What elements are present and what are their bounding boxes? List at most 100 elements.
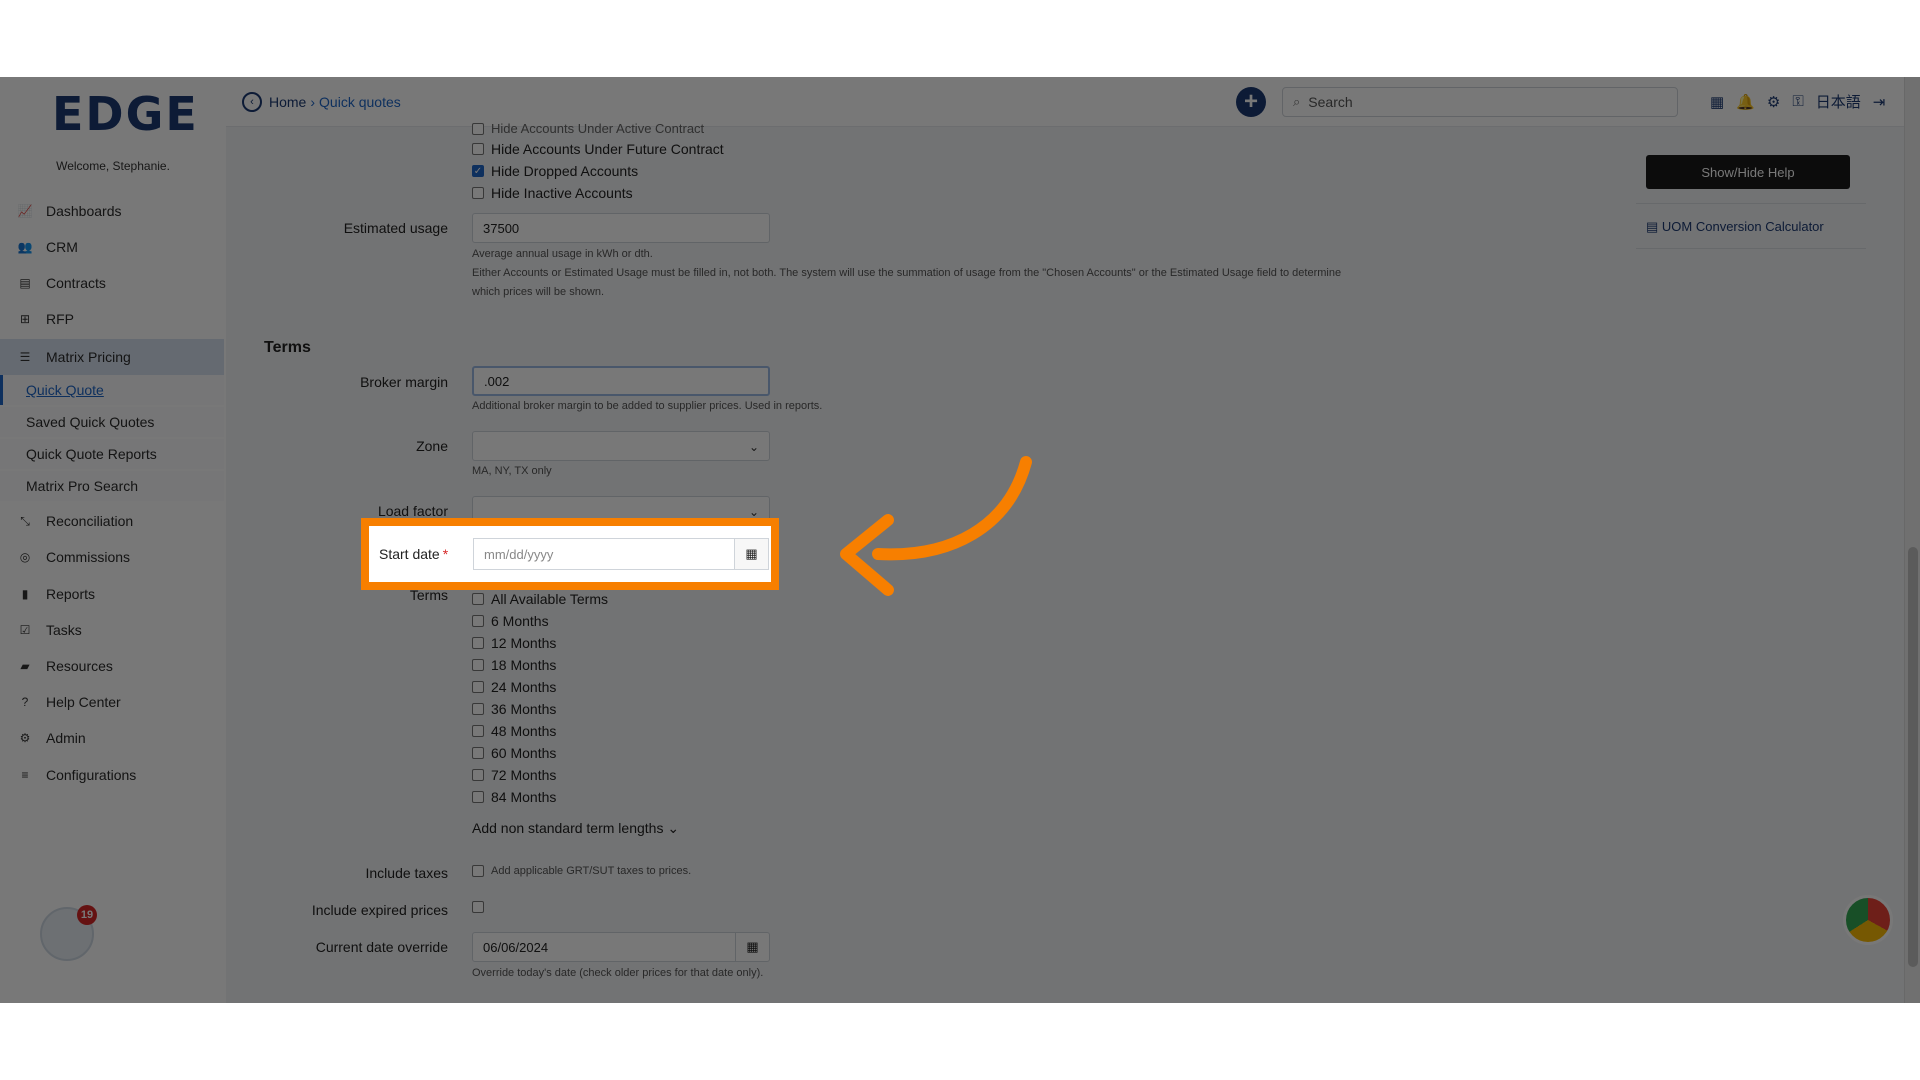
checkbox-label: 84 Months [491,789,557,805]
assistant-avatar-icon[interactable] [1843,895,1893,945]
sidebar-item-label: Admin [46,730,86,746]
sidebar-item-commissions[interactable]: ◎ Commissions [0,539,224,575]
sidebar-item-help-center[interactable]: ? Help Center [0,684,224,720]
checkbox[interactable] [472,143,484,155]
estimated-usage-help-2: Either Accounts or Estimated Usage must … [472,267,1342,279]
checkbox[interactable] [472,769,484,781]
term-24-months-checkbox[interactable]: 24 Months [472,679,556,695]
sidebar-item-label: Contracts [46,275,106,291]
breadcrumb-quick-quotes[interactable]: Quick quotes [319,94,401,110]
current-date-override-help: Override today's date (check older price… [472,967,764,979]
scrollbar-thumb[interactable] [1908,547,1918,967]
start-date-input[interactable]: mm/dd/yyyy ▦ [473,538,769,570]
include-expired-checkbox[interactable] [472,901,491,913]
search-input[interactable]: ⌕ Search [1282,87,1678,117]
term-84-months-checkbox[interactable]: 84 Months [472,789,556,805]
calendar-icon[interactable]: ▦ [1710,93,1724,111]
checkbox[interactable] [472,615,484,627]
language-link[interactable]: 日本語 [1816,91,1861,112]
sidebar-subitem-quick-quote[interactable]: Quick Quote [0,375,224,405]
show-hide-help-button[interactable]: Show/Hide Help [1646,155,1850,189]
sidebar-item-rfp[interactable]: ⊞ RFP [0,301,224,337]
sidebar-item-label: Commissions [46,549,131,565]
term-36-months-checkbox[interactable]: 36 Months [472,701,556,717]
checkbox[interactable] [472,681,484,693]
checkbox[interactable] [472,791,484,803]
tasks-icon: ☑ [19,623,31,637]
checkbox[interactable] [472,725,484,737]
chevron-down-icon: ⌄ [667,820,680,836]
current-date-override-input[interactable]: 06/06/2024 ▦ [472,932,770,962]
zone-label: Zone [416,438,448,454]
sidebar-item-label: Resources [46,658,113,674]
term-12-months-checkbox[interactable]: 12 Months [472,635,556,651]
sidebar-item-reconciliation[interactable]: ⤡ Reconciliation [0,503,224,539]
sidebar-subitem-quick-quote-reports[interactable]: Quick Quote Reports [0,439,224,469]
sitemap-icon: ⊞ [19,312,31,326]
checkbox[interactable] [472,659,484,671]
term-18-months-checkbox[interactable]: 18 Months [472,657,556,673]
checkbox[interactable] [472,122,484,135]
term-48-months-checkbox[interactable]: 48 Months [472,723,556,739]
add-new-button[interactable]: + [1236,87,1266,117]
checkbox[interactable] [472,747,484,759]
sidebar-subitem-matrix-pro-search[interactable]: Matrix Pro Search [0,471,224,501]
checkbox-label: Hide Accounts Under Future Contract [491,141,724,157]
zone-help: MA, NY, TX only [472,465,552,477]
edge-logo[interactable]: EDGE [52,87,199,141]
sidebar-item-matrix-pricing[interactable]: ☰ Matrix Pricing [0,339,224,375]
gear-icon[interactable]: ⚙ [1767,93,1780,111]
broker-margin-input[interactable]: .002 [472,366,770,396]
checkbox[interactable] [472,593,484,605]
hide-active-contract-checkbox[interactable]: Hide Accounts Under Active Contract [472,121,704,136]
back-arrow-icon[interactable]: ‹ [242,92,262,112]
sidebar-item-label: Configurations [46,767,137,783]
term-60-months-checkbox[interactable]: 60 Months [472,745,556,761]
checkbox[interactable] [472,637,484,649]
key-icon[interactable]: ⚿ [1792,93,1803,110]
notification-count-badge: 19 [77,905,97,925]
page-scrollbar[interactable] [1904,77,1920,1003]
cogs-icon: ⚙ [19,731,31,745]
hide-inactive-accounts-checkbox[interactable]: Hide Inactive Accounts [472,185,633,201]
uom-conversion-calculator-link[interactable]: ▤ UOM Conversion Calculator [1646,219,1824,235]
checkbox-checked[interactable]: ✓ [472,165,484,177]
calendar-icon[interactable]: ▦ [734,539,768,569]
breadcrumb-home[interactable]: Home [269,94,306,110]
estimated-usage-input[interactable]: 37500 [472,213,770,243]
compress-icon: ⤡ [20,513,30,528]
sidebar-item-crm[interactable]: 👥 CRM [0,229,224,265]
term-all-available-checkbox[interactable]: All Available Terms [472,591,608,607]
top-icon-bar: ▦ 🔔 ⚙ ⚿ 日本語 ⇥ [1710,91,1885,112]
checkbox[interactable] [472,187,484,199]
add-non-standard-terms-link[interactable]: Add non standard term lengths ⌄ [472,820,679,837]
hide-dropped-accounts-checkbox[interactable]: ✓ Hide Dropped Accounts [472,163,638,179]
sidebar-item-dashboards[interactable]: 📈 Dashboards [0,193,224,229]
list-icon: ☰ [19,350,31,364]
include-taxes-checkbox[interactable]: Add applicable GRT/SUT taxes to prices. [472,865,691,877]
logout-icon[interactable]: ⇥ [1873,93,1886,111]
term-72-months-checkbox[interactable]: 72 Months [472,767,556,783]
checkbox[interactable] [472,703,484,715]
terms-section-title: Terms [264,339,311,356]
search-icon: ⌕ [1293,94,1301,109]
term-6-months-checkbox[interactable]: 6 Months [472,613,549,629]
checkbox[interactable] [472,901,484,913]
hide-future-contract-checkbox[interactable]: Hide Accounts Under Future Contract [472,141,724,157]
sidebar-item-contracts[interactable]: ▤ Contracts [0,265,224,301]
sidebar-item-configurations[interactable]: ≡ Configurations [0,757,224,793]
welcome-text: Welcome, Stephanie. [56,159,170,173]
sidebar-item-reports[interactable]: ▮ Reports [0,576,224,612]
bell-icon[interactable]: 🔔 [1736,93,1755,111]
sidebar-item-tasks[interactable]: ☑ Tasks [0,612,224,648]
checkbox[interactable] [472,865,484,877]
sidebar-item-admin[interactable]: ⚙ Admin [0,720,224,756]
calendar-icon[interactable]: ▦ [735,933,769,961]
checkbox-label: All Available Terms [491,591,608,607]
start-date-label-text: Start date [379,546,440,562]
zone-select[interactable]: ⌄ [472,431,770,461]
sidebar-item-label: Matrix Pricing [46,349,131,365]
divider [1636,203,1866,204]
sidebar-subitem-saved-quick-quotes[interactable]: Saved Quick Quotes [0,407,224,437]
sidebar-item-resources[interactable]: ▰ Resources [0,648,224,684]
